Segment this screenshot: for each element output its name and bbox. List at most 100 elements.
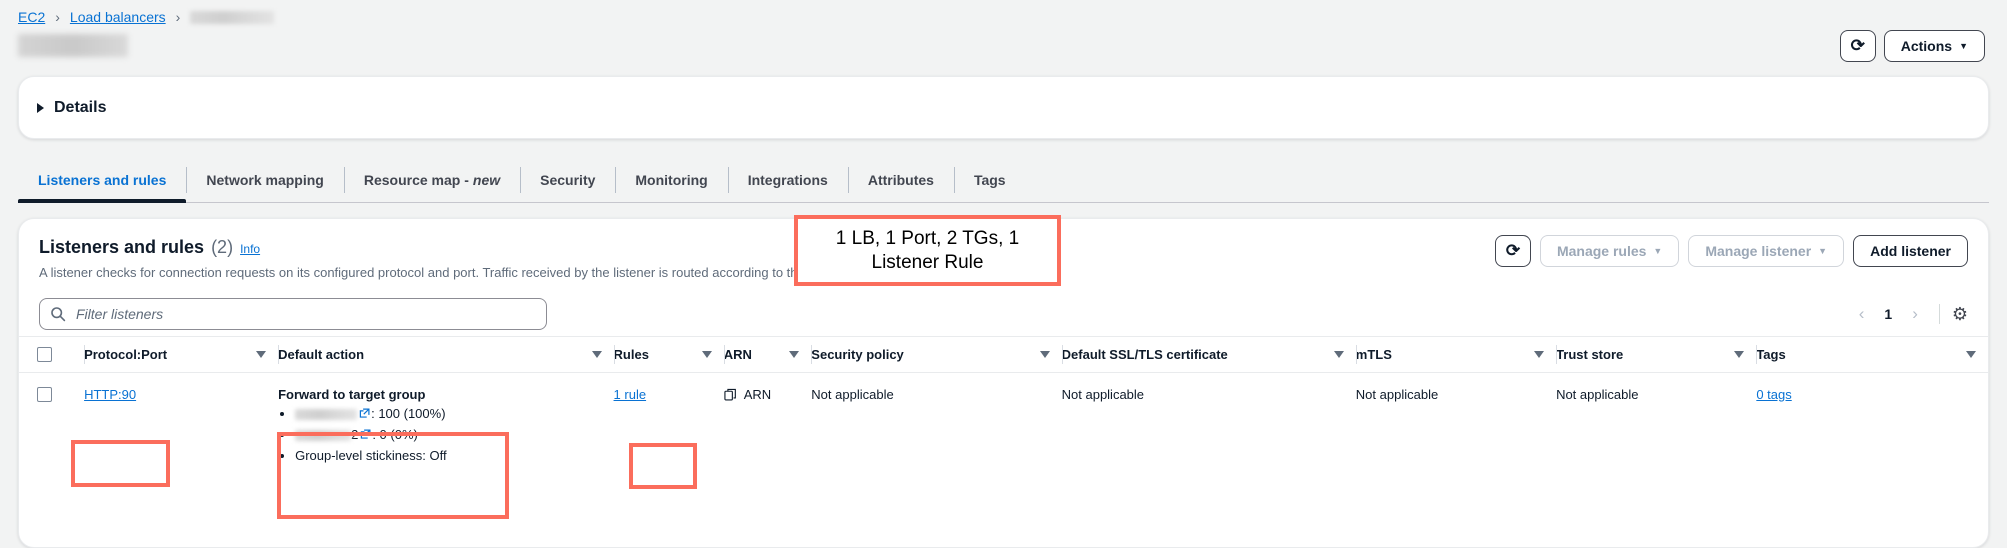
column-label: Protocol:Port [84,347,167,362]
search-icon [50,306,66,322]
card-title: Listeners and rules [39,237,204,258]
column-default-action[interactable]: Default action [278,337,613,373]
column-security-policy[interactable]: Security policy [811,337,1061,373]
row-checkbox[interactable] [37,387,52,402]
breadcrumb-item-ec2[interactable]: EC2 [18,9,45,25]
tags-link[interactable]: 0 tags [1756,387,1791,402]
pagination-divider [1939,304,1940,324]
search-input[interactable] [74,305,520,323]
target-group-name-redacted[interactable] [295,430,351,441]
actions-button[interactable]: Actions ▼ [1884,30,1985,62]
column-tags[interactable]: Tags [1756,337,1988,373]
tab-label: Listeners and rules [38,172,166,188]
sort-icon[interactable] [592,351,602,358]
add-listener-button[interactable]: Add listener [1853,235,1968,267]
select-all-checkbox[interactable] [37,347,52,362]
sort-icon[interactable] [256,351,266,358]
card-count: (2) [211,237,233,258]
cell-default-action: Forward to target group : 100 (100%) 2: … [278,373,613,480]
column-protocol-port[interactable]: Protocol:Port [84,337,278,373]
details-label: Details [54,99,106,117]
tab-network-mapping[interactable]: Network mapping [186,158,343,202]
page-action-buttons: ⟳ Actions ▼ [1840,30,1985,62]
column-label: ARN [724,347,752,362]
sort-icon[interactable] [702,351,712,358]
sort-icon[interactable] [1334,351,1344,358]
gear-icon[interactable]: ⚙ [1952,304,1968,325]
refresh-icon: ⟳ [1851,36,1865,55]
column-label: Default action [278,347,364,362]
chevron-down-icon: ▼ [1959,41,1968,51]
card-action-buttons: ⟳ Manage rules▼ Manage listener ▼ Add lis… [1495,235,1968,267]
external-link-icon[interactable] [360,429,371,440]
details-expand-toggle[interactable]: Details [37,99,106,117]
tab-resource-map[interactable]: Resource map - new [344,158,520,202]
tab-tags[interactable]: Tags [954,158,1026,202]
page-title [18,34,128,57]
tab-listeners-and-rules[interactable]: Listeners and rules [18,158,186,202]
manage-rules-button[interactable]: Manage rules▼ [1540,235,1679,267]
tab-label: Integrations [748,172,828,188]
manage-rules-label: Manage rules [1557,243,1646,259]
column-rules[interactable]: Rules [614,337,724,373]
annotation-text: 1 LB, 1 Port, 2 TGs, 1 Listener Rule [804,227,1051,275]
arn-label: ARN [744,387,771,402]
pagination-page-1[interactable]: 1 [1877,306,1899,322]
column-label: Default SSL/TLS certificate [1062,347,1228,362]
breadcrumb-item-load-balancers[interactable]: Load balancers [70,9,166,25]
annotation-callout: 1 LB, 1 Port, 2 TGs, 1 Listener Rule [794,215,1061,286]
actions-button-label: Actions [1901,38,1952,54]
column-trust-store[interactable]: Trust store [1556,337,1756,373]
table-row[interactable]: HTTP:90 Forward to target group : 100 (1… [19,373,1988,480]
target-group-item: : 100 (100%) [295,405,613,424]
pagination-next-button[interactable]: › [1903,304,1927,324]
filter-listeners-box[interactable] [39,298,547,330]
manage-listener-button[interactable]: Manage listener ▼ [1688,235,1844,267]
rules-link[interactable]: 1 rule [614,387,647,402]
column-label: Security policy [811,347,903,362]
copy-icon[interactable] [724,388,737,404]
target-group-weight: : 100 (100%) [371,406,445,421]
manage-listener-label: Manage listener [1705,243,1811,259]
breadcrumb-separator: › [176,10,181,24]
cell-arn: ARN [724,373,812,480]
breadcrumb-item-redacted[interactable] [190,11,274,24]
target-group-item: 2: 0 (0%) [295,426,613,445]
filter-row: ‹ 1 › ⚙ [19,280,1988,336]
column-label: mTLS [1356,347,1392,362]
column-arn[interactable]: ARN [724,337,812,373]
tab-attributes[interactable]: Attributes [848,158,954,202]
tab-security[interactable]: Security [520,158,615,202]
tab-integrations[interactable]: Integrations [728,158,848,202]
column-default-ssl-certificate[interactable]: Default SSL/TLS certificate [1062,337,1356,373]
default-action-list: : 100 (100%) 2: 0 (0%) Group-level stick… [278,405,613,466]
refresh-listeners-button[interactable]: ⟳ [1495,235,1531,267]
column-label: Tags [1756,347,1785,362]
column-label: Trust store [1556,347,1623,362]
pagination-prev-button[interactable]: ‹ [1850,304,1874,324]
cell-tags: 0 tags [1756,373,1988,480]
external-link-icon[interactable] [359,408,370,419]
cell-trust-store: Not applicable [1556,373,1756,480]
tab-monitoring[interactable]: Monitoring [615,158,727,202]
sort-icon[interactable] [1966,351,1976,358]
chevron-down-icon: ▼ [1818,246,1827,256]
cell-protocol-port: HTTP:90 [84,373,278,480]
info-link[interactable]: Info [240,242,260,256]
target-group-name-redacted[interactable] [295,409,357,420]
table-header-row: Protocol:Port Default action Rules [19,337,1988,373]
column-mtls[interactable]: mTLS [1356,337,1556,373]
protocol-port-link[interactable]: HTTP:90 [84,387,136,402]
refresh-button[interactable]: ⟳ [1840,30,1876,62]
page-title-row: ⟳ Actions ▼ [0,26,2007,70]
row-select-cell [19,373,84,480]
tab-label: Network mapping [206,172,323,188]
sort-icon[interactable] [1040,351,1050,358]
sort-icon[interactable] [1734,351,1744,358]
sort-icon[interactable] [789,351,799,358]
listeners-table: Protocol:Port Default action Rules [19,336,1988,480]
add-listener-label: Add listener [1870,243,1951,259]
tab-new-badge: new [473,172,500,188]
column-label: Rules [614,347,649,362]
sort-icon[interactable] [1534,351,1544,358]
